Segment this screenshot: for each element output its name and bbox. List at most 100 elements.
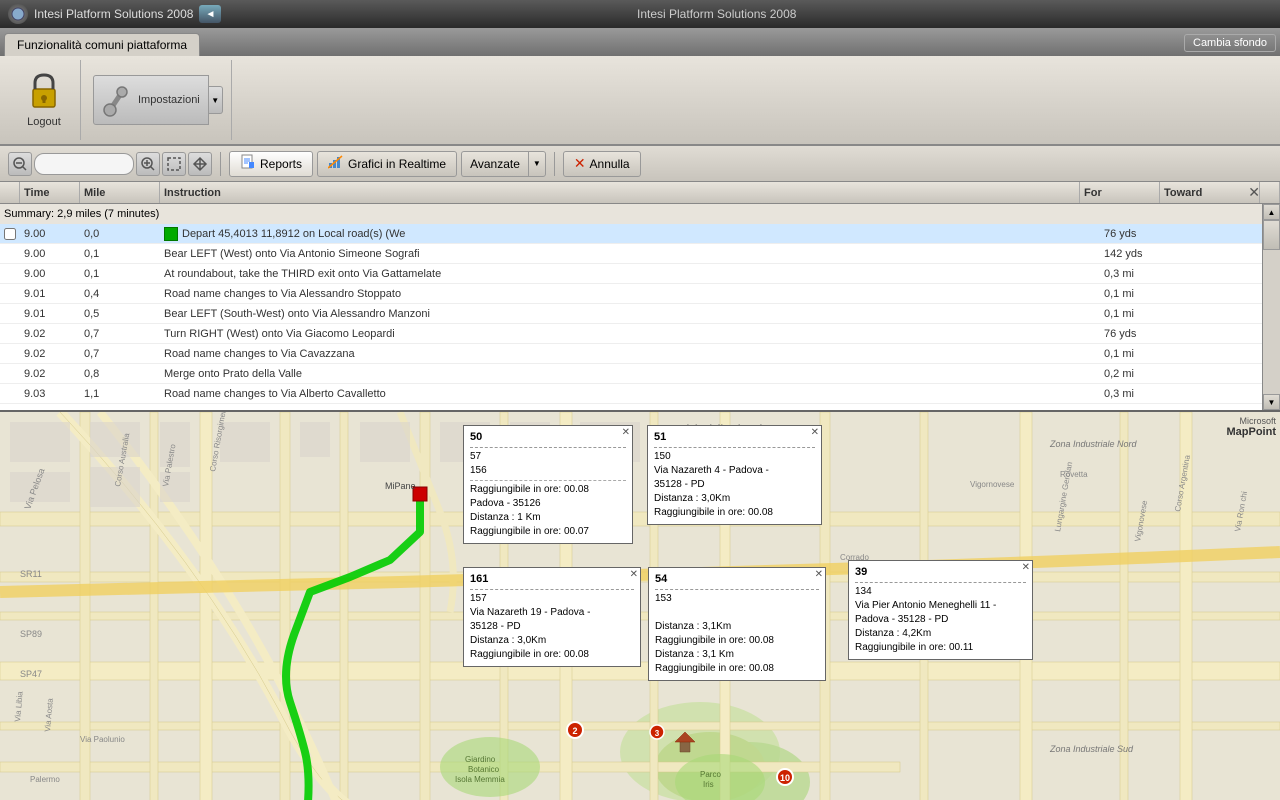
popup-150-title: 51 — [654, 430, 815, 448]
separator-2 — [554, 152, 555, 176]
map-popup-150[interactable]: ✕ 51 150 Via Nazareth 4 - Padova - 35128… — [647, 425, 822, 525]
grafici-label: Grafici in Realtime — [348, 157, 446, 171]
avanzate-button-container: Avanzate ▼ — [461, 151, 546, 177]
tab-platform[interactable]: Funzionalità comuni piattaforma — [4, 33, 200, 56]
scroll-track — [1263, 220, 1280, 394]
app-title: Intesi Platform Solutions 2008 — [34, 7, 193, 21]
reports-button[interactable]: Reports — [229, 151, 313, 177]
pan-tool-button[interactable] — [188, 152, 212, 176]
zoom-minus-button[interactable] — [8, 152, 32, 176]
scrollbar[interactable]: ▲ ▼ — [1262, 204, 1280, 410]
annulla-button[interactable]: ✕ Annulla — [563, 151, 641, 177]
row-time: 9.00 — [20, 224, 80, 243]
row-time: 9.00 — [20, 244, 80, 263]
select-tool-button[interactable] — [162, 152, 186, 176]
table-row[interactable]: 9.000,1Bear LEFT (West) onto Via Antonio… — [0, 244, 1280, 264]
svg-text:Palermo: Palermo — [30, 775, 60, 784]
cambia-sfondo-button[interactable]: Cambia sfondo — [1184, 34, 1276, 52]
impostazioni-main-button[interactable]: Impostazioni — [93, 75, 209, 125]
col-instruction: Instruction — [160, 182, 1080, 203]
toolbar: Logout Impostazioni ▼ — [0, 56, 1280, 146]
mappoint-label: MapPoint — [1227, 426, 1277, 438]
popup-153-title: 54 — [655, 572, 819, 590]
avanzate-label: Avanzate — [470, 157, 520, 171]
svg-text:Rovetta: Rovetta — [1060, 470, 1088, 479]
popup-161-title: 161 — [470, 572, 634, 590]
start-icon — [164, 227, 178, 241]
popup-161-close[interactable]: ✕ — [630, 570, 638, 580]
back-button[interactable]: ◄ — [199, 5, 221, 23]
svg-text:Zona Industriale Nord: Zona Industriale Nord — [1049, 439, 1138, 449]
lock-icon — [24, 72, 64, 112]
zoom-plus-button[interactable] — [136, 152, 160, 176]
row-checkbox — [0, 404, 20, 408]
row-mile: 0,4 — [80, 284, 160, 303]
row-for: 76 yds — [1100, 224, 1180, 243]
table-row[interactable]: 9.031,1Road name changes to Via Alberto … — [0, 384, 1280, 404]
avanzate-dropdown-button[interactable]: ▼ — [528, 151, 546, 177]
popup-150-close[interactable]: ✕ — [811, 428, 819, 438]
row-for: 0,1 mi — [1100, 344, 1180, 363]
row-instruction: Bear LEFT (South-West) onto Via Alessand… — [160, 304, 1100, 323]
map-popup-57[interactable]: ✕ 50 57156 Raggiungibile in ore: 00.08 P… — [463, 425, 633, 544]
col-for: For — [1080, 182, 1160, 203]
row-mile: 0,8 — [80, 364, 160, 383]
svg-text:SP47: SP47 — [20, 669, 42, 679]
row-checkbox — [0, 284, 20, 303]
table-close-button[interactable]: ✕ — [1248, 184, 1260, 201]
scroll-thumb[interactable] — [1263, 220, 1280, 250]
impostazioni-label: Impostazioni — [138, 94, 200, 106]
avanzate-button[interactable]: Avanzate — [461, 151, 528, 177]
row-time: 9.00 — [20, 264, 80, 283]
popup-57-content: 57156 Raggiungibile in ore: 00.08 Padova… — [470, 450, 626, 539]
table-row[interactable]: 9.020,8Merge onto Prato della Valle0,2 m… — [0, 364, 1280, 384]
scroll-up-button[interactable]: ▲ — [1263, 204, 1280, 220]
reports-icon — [240, 154, 256, 173]
map-container[interactable]: 2 3 Via Pelosa Viale dell'Industria Via … — [0, 412, 1280, 800]
row-checkbox — [0, 304, 20, 323]
route-table: Time Mile Instruction For Toward Summary… — [0, 182, 1280, 412]
table-body[interactable]: 9.000,0Depart 45,4013 11,8912 on Local r… — [0, 224, 1280, 408]
table-row[interactable]: 9.031,4Road name changes to Via Pasquale… — [0, 404, 1280, 408]
logout-button[interactable]: Logout — [16, 68, 72, 132]
row-instruction: Merge onto Prato della Valle — [160, 364, 1100, 383]
col-toward: Toward — [1160, 182, 1260, 203]
col-time: Time — [20, 182, 80, 203]
impostazioni-dropdown-arrow[interactable]: ▼ — [209, 86, 223, 114]
row-instruction: Road name changes to Via Pasquale Paoli — [160, 404, 1100, 408]
impostazioni-button-container: Impostazioni ▼ — [93, 75, 223, 125]
popup-161-content: 157 Via Nazareth 19 - Padova - 35128 - P… — [470, 592, 634, 662]
table-row[interactable]: 9.010,4Road name changes to Via Alessand… — [0, 284, 1280, 304]
table-row[interactable]: 9.020,7Turn RIGHT (West) onto Via Giacom… — [0, 324, 1280, 344]
map-popup-161[interactable]: ✕ 161 157 Via Nazareth 19 - Padova - 351… — [463, 567, 641, 667]
row-for: 0,3 mi — [1100, 264, 1180, 283]
scroll-down-button[interactable]: ▼ — [1263, 394, 1280, 410]
map-popup-39[interactable]: ✕ 39 134 Via Pier Antonio Meneghelli 11 … — [848, 560, 1033, 660]
table-row[interactable]: 9.010,5Bear LEFT (South-West) onto Via A… — [0, 304, 1280, 324]
row-instruction: Depart 45,4013 11,8912 on Local road(s) … — [160, 224, 1100, 243]
row-time: 9.01 — [20, 304, 80, 323]
row-mile: 0,1 — [80, 244, 160, 263]
popup-39-content: 134 Via Pier Antonio Meneghelli 11 - Pad… — [855, 585, 1026, 655]
row-instruction: Road name changes to Via Cavazzana — [160, 344, 1100, 363]
row-time: 9.03 — [20, 404, 80, 408]
row-checkbox — [0, 324, 20, 343]
table-row[interactable]: 9.000,0Depart 45,4013 11,8912 on Local r… — [0, 224, 1280, 244]
row-mile: 0,7 — [80, 344, 160, 363]
popup-57-close[interactable]: ✕ — [622, 428, 630, 438]
title-bar: Intesi Platform Solutions 2008 ◄ Intesi … — [0, 0, 1280, 28]
popup-39-close[interactable]: ✕ — [1022, 563, 1030, 573]
summary-row: Summary: 2,9 miles (7 minutes) — [0, 204, 1280, 224]
grafici-button[interactable]: Grafici in Realtime — [317, 151, 457, 177]
row-for: 0,1 mi — [1100, 404, 1180, 408]
popup-153-close[interactable]: ✕ — [815, 570, 823, 580]
search-input[interactable] — [34, 153, 134, 175]
row-mile: 0,5 — [80, 304, 160, 323]
svg-text:SP89: SP89 — [20, 629, 42, 639]
map-popup-153[interactable]: ✕ 54 153 Distanza : 3,1Km Raggiungibile … — [648, 567, 826, 681]
table-row[interactable]: 9.020,7Road name changes to Via Cavazzan… — [0, 344, 1280, 364]
chart-icon — [328, 154, 344, 173]
table-row[interactable]: 9.000,1At roundabout, take the THIRD exi… — [0, 264, 1280, 284]
row-checkbox — [0, 344, 20, 363]
svg-text:Giardino: Giardino — [465, 755, 496, 764]
